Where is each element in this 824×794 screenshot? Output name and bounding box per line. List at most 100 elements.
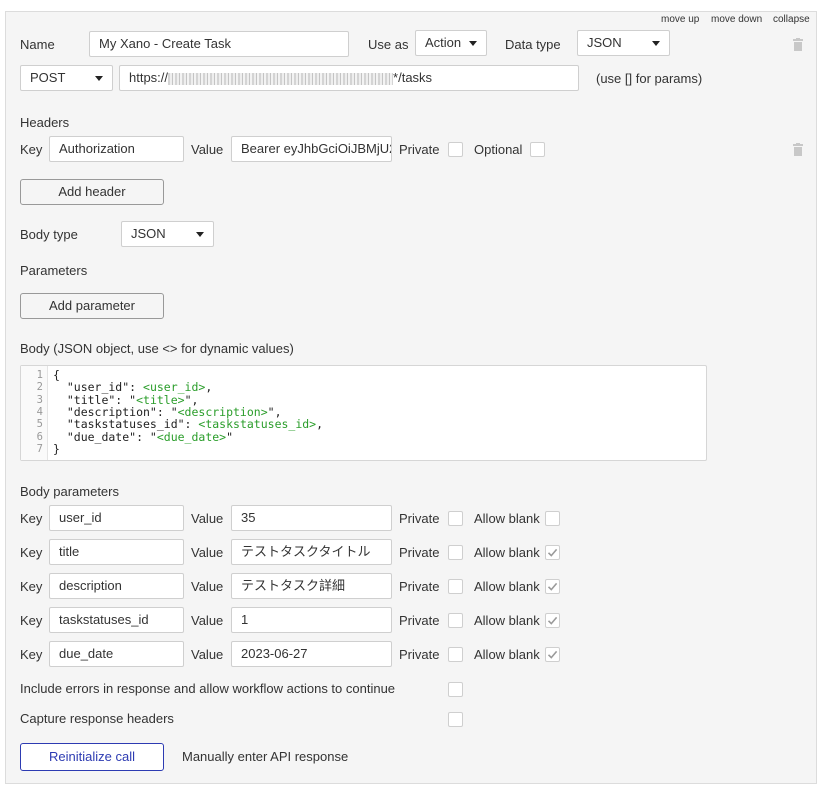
body-param-private-checkbox[interactable] [448,511,463,526]
body-code-editor[interactable]: 1 2 3 4 5 6 7 { "user_id": <user_id>, "t… [20,365,707,461]
use-as-value: Action [425,35,462,50]
capture-headers-checkbox[interactable] [448,712,463,727]
line-number: 5 [36,418,43,431]
body-type-value: JSON [131,226,166,241]
body-param-value-label: Value [191,647,224,662]
body-param-allow-blank-checkbox[interactable] [545,579,560,594]
body-param-value-input[interactable]: 1 [231,607,392,633]
body-param-value-input[interactable]: テストタスク詳細 [231,573,392,599]
header-optional-label: Optional [474,142,523,157]
body-param-private-label: Private [399,545,440,560]
trash-icon[interactable] [792,143,804,156]
body-param-allow-blank-label: Allow blank [474,545,540,560]
collapse-link[interactable]: collapse [773,14,810,26]
code-line: "due_date": "<due_date>" [53,429,234,444]
body-param-key-input[interactable]: due_date [49,641,184,667]
move-down-link[interactable]: move down [711,14,762,26]
chevron-down-icon [95,76,103,81]
capture-headers-label: Capture response headers [20,711,174,726]
name-input[interactable]: My Xano - Create Task [89,31,349,57]
data-type-label: Data type [505,37,561,52]
move-up-link[interactable]: move up [661,14,699,26]
header-optional-checkbox[interactable] [530,142,545,157]
body-param-value-label: Value [191,511,224,526]
line-number: 4 [36,405,43,418]
chevron-down-icon [469,41,477,46]
manual-response-link[interactable]: Manually enter API response [182,749,348,765]
body-param-key-input[interactable]: description [49,573,184,599]
code-line: } [53,441,60,456]
line-number: 2 [36,381,43,394]
body-param-private-label: Private [399,511,440,526]
add-parameter-button[interactable]: Add parameter [20,293,164,319]
body-param-private-checkbox[interactable] [448,579,463,594]
headers-title: Headers [20,115,70,130]
body-param-allow-blank-label: Allow blank [474,613,540,628]
body-type-select[interactable]: JSON [121,221,214,247]
body-param-private-checkbox[interactable] [448,647,463,662]
body-param-allow-blank-label: Allow blank [474,511,540,526]
body-param-allow-blank-checkbox[interactable] [545,545,560,560]
body-param-allow-blank-label: Allow blank [474,579,540,594]
body-param-key-label: Key [20,545,43,560]
body-param-key-label: Key [20,647,43,662]
include-errors-label: Include errors in response and allow wor… [20,681,396,696]
header-value-label: Value [191,142,224,157]
body-param-value-label: Value [191,613,224,628]
body-param-value-input[interactable]: テストタスクタイトル [231,539,392,565]
body-type-label: Body type [20,227,78,242]
reinitialize-call-button[interactable]: Reinitialize call [20,743,164,771]
data-type-select[interactable]: JSON [577,30,670,56]
body-param-allow-blank-checkbox[interactable] [545,511,560,526]
trash-icon[interactable] [792,38,804,51]
body-param-key-input[interactable]: taskstatuses_id [49,607,184,633]
url-hint: (use [] for params) [596,71,703,86]
body-param-private-checkbox[interactable] [448,613,463,628]
body-param-key-label: Key [20,579,43,594]
body-param-allow-blank-label: Allow blank [474,647,540,662]
use-as-select[interactable]: Action [415,30,487,56]
body-param-key-label: Key [20,613,43,628]
line-number: 6 [36,430,43,443]
name-label: Name [20,37,55,52]
check-icon [547,548,558,557]
body-param-value-label: Value [191,579,224,594]
body-param-key-input[interactable]: user_id [49,505,184,531]
body-param-key-input[interactable]: title [49,539,184,565]
header-key-input[interactable]: Authorization [49,136,184,162]
url-prefix: https:// [129,70,169,85]
url-suffix: */tasks [393,70,433,85]
api-call-panel: move up move down collapse Name My Xano … [5,11,817,784]
body-param-value-label: Value [191,545,224,560]
body-title: Body (JSON object, use <> for dynamic va… [20,341,294,356]
body-param-private-label: Private [399,647,440,662]
line-number: 3 [36,393,43,406]
method-select[interactable]: POST [20,65,113,91]
header-private-checkbox[interactable] [448,142,463,157]
body-params-title: Body parameters [20,484,119,499]
header-value-input[interactable]: Bearer eyJhbGciOiJBMjU2 [231,136,392,162]
use-as-label: Use as [368,37,409,52]
body-param-private-label: Private [399,613,440,628]
line-number: 7 [36,442,43,455]
chevron-down-icon [652,41,660,46]
url-input[interactable]: https:// */tasks [119,65,579,91]
body-param-value-input[interactable]: 2023-06-27 [231,641,392,667]
body-param-private-label: Private [399,579,440,594]
header-key-label: Key [20,142,43,157]
include-errors-checkbox[interactable] [448,682,463,697]
parameters-title: Parameters [20,263,88,278]
header-private-label: Private [399,142,440,157]
chevron-down-icon [196,232,204,237]
body-param-private-checkbox[interactable] [448,545,463,560]
add-header-button[interactable]: Add header [20,179,164,205]
body-param-allow-blank-checkbox[interactable] [545,647,560,662]
check-icon [547,650,558,659]
body-param-value-input[interactable]: 35 [231,505,392,531]
line-number-gutter: 1 2 3 4 5 6 7 [21,366,48,460]
method-value: POST [30,70,66,85]
redacted-url-segment [168,72,394,85]
body-param-key-label: Key [20,511,43,526]
check-icon [547,616,558,625]
body-param-allow-blank-checkbox[interactable] [545,613,560,628]
